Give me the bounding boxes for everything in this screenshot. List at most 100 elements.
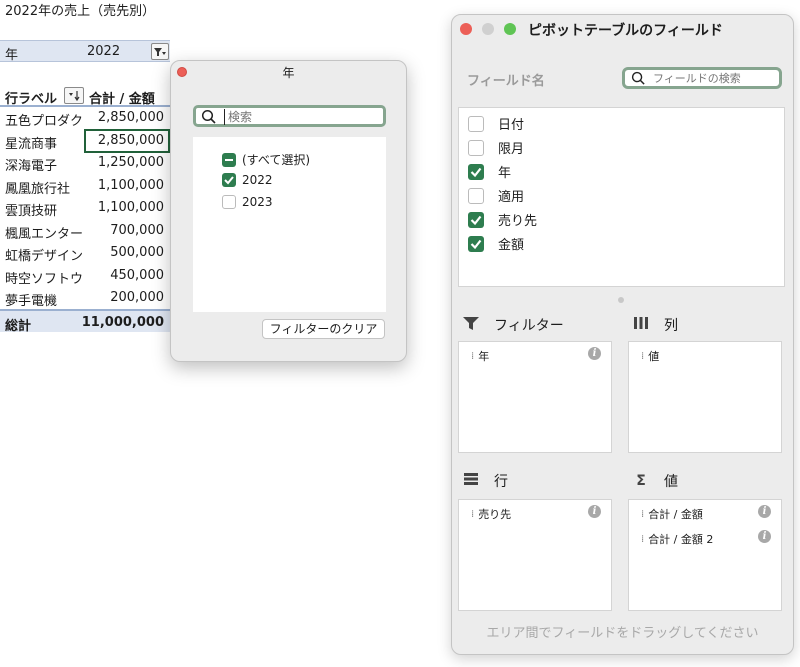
row-label: 楓風エンター xyxy=(5,226,84,242)
funnel-icon xyxy=(154,48,166,56)
columns-area-label: 列 xyxy=(664,318,678,334)
grand-total-row[interactable]: 総計 11,000,000 xyxy=(0,309,170,334)
area-chip-sum-amount-2[interactable]: ⁞ 合計 / 金額 2 xyxy=(641,531,713,547)
field-item-month-limit[interactable]: 限月 xyxy=(468,138,524,157)
year-2023-checkbox[interactable]: 2023 xyxy=(222,195,273,209)
field-name-label: フィールド名 xyxy=(467,74,545,89)
row-label: 時空ソフトウ xyxy=(5,271,84,287)
rows-drop-area[interactable]: ⁞ 売り先 i xyxy=(458,499,612,611)
field-item-description[interactable]: 適用 xyxy=(468,186,524,205)
row-label: 雲頂技研 xyxy=(5,204,58,219)
checkbox-label: 2023 xyxy=(242,195,273,209)
row-label: 虹橋デザイン xyxy=(5,249,84,264)
row-labels-header: 行ラベル xyxy=(5,92,58,107)
info-icon[interactable]: i xyxy=(588,505,601,518)
filters-area-header: フィルター xyxy=(462,315,564,335)
clear-filter-button[interactable]: フィルターのクリア xyxy=(262,319,385,339)
table-row[interactable]: 夢手電機 200,000 xyxy=(0,287,170,310)
field-search-box[interactable] xyxy=(622,67,782,89)
filters-area-label: フィルター xyxy=(494,318,564,334)
chip-label: 年 xyxy=(478,350,490,363)
rows-area-header: 行 xyxy=(462,471,508,491)
filters-drop-area[interactable]: ⁞ 年 i xyxy=(458,341,612,453)
field-label: 金額 xyxy=(498,238,525,253)
info-icon[interactable]: i xyxy=(758,530,771,543)
field-item-date[interactable]: 日付 xyxy=(468,114,524,133)
table-row[interactable]: 楓風エンター 700,000 xyxy=(0,220,170,243)
row-label: 深海電子 xyxy=(5,159,58,174)
table-row[interactable]: 虹橋デザイン 500,000 xyxy=(0,242,170,265)
field-list: 日付 限月 年 適用 売り先 金額 xyxy=(458,107,785,287)
checkbox-label: 2022 xyxy=(242,173,273,187)
table-row[interactable]: 時空ソフトウ 450,000 xyxy=(0,265,170,288)
filter-field-value: 2022 xyxy=(87,44,121,59)
sum-amount-header: 合計 / 金額 xyxy=(89,92,155,107)
drag-grip-icon: ⁞ xyxy=(471,350,474,362)
row-amount: 1,100,000 xyxy=(97,177,164,193)
search-icon xyxy=(631,71,646,90)
table-row[interactable]: 鳳凰旅行社 1,100,000 xyxy=(0,175,170,198)
row-label: 五色プロダク xyxy=(5,114,84,129)
year-2022-checkbox[interactable]: 2022 xyxy=(222,173,273,187)
sigma-icon: Σ xyxy=(636,473,646,489)
sheet-title: 2022年の売上（売先別） xyxy=(5,4,156,19)
rows-icon xyxy=(462,472,480,490)
row-amount: 500,000 xyxy=(110,245,164,260)
active-cell-outline[interactable] xyxy=(84,129,170,153)
columns-drop-area[interactable]: ⁞ 値 xyxy=(628,341,782,453)
report-filter-row: 年 2022 xyxy=(0,40,170,63)
columns-icon xyxy=(632,316,650,334)
checkmark-icon xyxy=(468,211,484,228)
row-amount: 700,000 xyxy=(110,222,164,238)
field-label: 適用 xyxy=(498,190,525,205)
filter-dropdown-button[interactable] xyxy=(151,43,169,60)
resize-handle[interactable] xyxy=(618,297,624,303)
field-search-input[interactable] xyxy=(653,71,777,86)
table-row[interactable]: 深海電子 1,250,000 xyxy=(0,152,170,175)
window-minimize-button[interactable] xyxy=(482,23,494,35)
window-zoom-button[interactable] xyxy=(504,23,516,35)
grand-total-amount: 11,000,000 xyxy=(81,315,164,330)
columns-area-header: 列 xyxy=(632,315,678,335)
chip-label: 合計 / 金額 xyxy=(648,508,703,521)
field-item-amount[interactable]: 金額 xyxy=(468,234,524,253)
grand-total-label: 総計 xyxy=(5,319,32,334)
drag-hint-text: エリア間でフィールドをドラッグしてください xyxy=(486,626,759,641)
window-close-button[interactable] xyxy=(460,23,472,35)
info-icon[interactable]: i xyxy=(588,347,601,360)
area-chip-values[interactable]: ⁞ 値 xyxy=(641,348,659,364)
checkbox-label: (すべて選択) xyxy=(242,153,311,167)
area-chip-customer[interactable]: ⁞ 売り先 xyxy=(471,506,511,522)
chip-label: 値 xyxy=(648,350,660,363)
checkbox-mixed-icon xyxy=(222,152,236,167)
info-icon[interactable]: i xyxy=(758,505,771,518)
area-chip-sum-amount[interactable]: ⁞ 合計 / 金額 xyxy=(641,506,703,522)
popup-search-box[interactable] xyxy=(193,105,386,127)
checkbox-empty-icon xyxy=(468,139,484,156)
chip-label: 売り先 xyxy=(478,508,512,521)
popup-search-input[interactable] xyxy=(224,109,379,125)
chip-label: 合計 / 金額 2 xyxy=(648,533,714,546)
checkbox-empty-icon xyxy=(222,195,236,209)
pivot-fields-panel: ピボットテーブルのフィールド フィールド名 日付 限月 年 適用 xyxy=(451,14,794,655)
row-label: 星流商事 xyxy=(5,136,58,152)
row-amount: 200,000 xyxy=(110,290,164,305)
row-amount: 2,850,000 xyxy=(97,110,164,125)
row-amount: 450,000 xyxy=(110,267,164,283)
field-item-customer[interactable]: 売り先 xyxy=(468,210,537,229)
table-row[interactable]: 五色プロダク 2,850,000 xyxy=(0,107,170,130)
values-drop-area[interactable]: ⁞ 合計 / 金額 i ⁞ 合計 / 金額 2 i xyxy=(628,499,782,611)
checkmark-icon xyxy=(468,235,484,252)
row-label: 夢手電機 xyxy=(5,294,58,309)
select-all-checkbox[interactable]: (すべて選択) xyxy=(222,151,310,168)
pivot-header-row: 行ラベル 合計 / 金額 xyxy=(0,85,170,107)
popup-title: 年 xyxy=(282,66,295,80)
field-item-year[interactable]: 年 xyxy=(468,162,511,181)
checkmark-icon xyxy=(468,163,484,180)
table-row[interactable]: 雲頂技研 1,100,000 xyxy=(0,197,170,220)
area-chip-year[interactable]: ⁞ 年 xyxy=(471,348,489,364)
row-sort-filter-button[interactable] xyxy=(64,87,84,104)
field-label: 限月 xyxy=(498,142,525,157)
rows-area-label: 行 xyxy=(494,474,508,490)
filter-field-label: 年 xyxy=(5,48,19,63)
